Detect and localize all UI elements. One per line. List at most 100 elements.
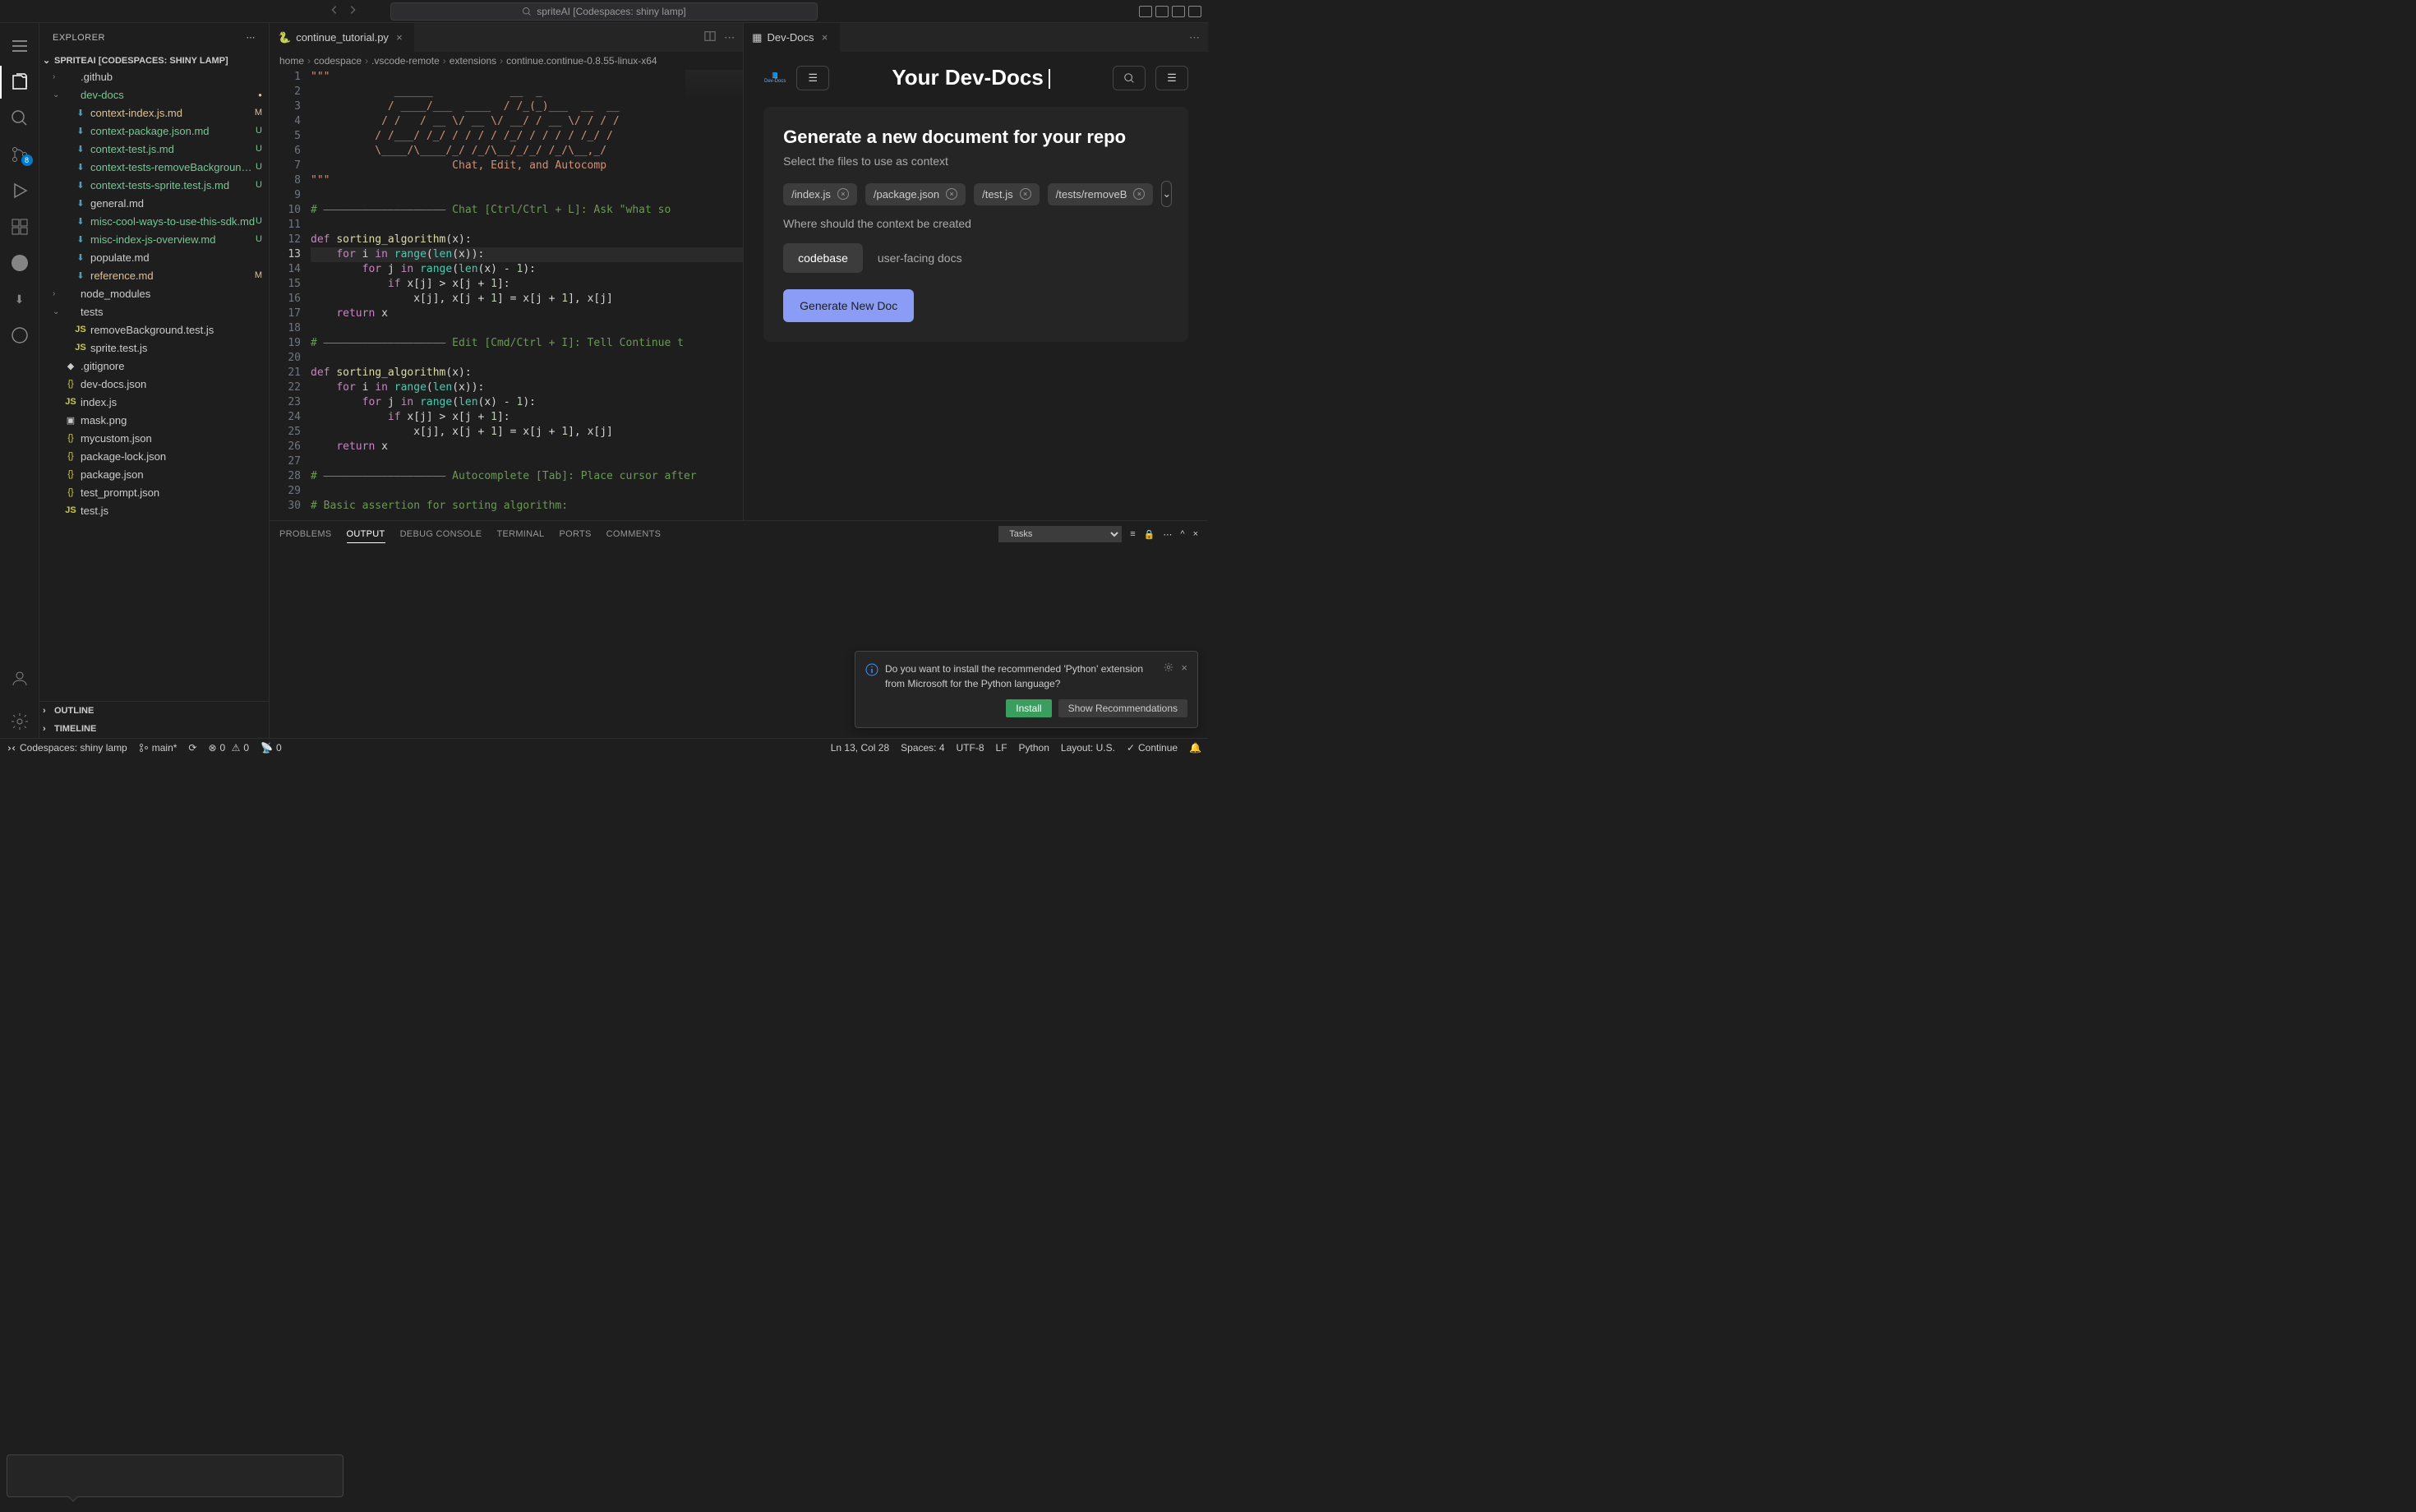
tree-item-package-lock-json[interactable]: {}package-lock.json xyxy=(39,447,269,465)
bookmark-icon[interactable]: ⬇ xyxy=(0,283,39,316)
panel-more-icon[interactable]: ⋯ xyxy=(1163,529,1172,540)
context-chip[interactable]: /test.js× xyxy=(974,183,1040,205)
context-chip[interactable]: /package.json× xyxy=(865,183,966,205)
notifications-bell-icon[interactable]: 🔔 xyxy=(1189,742,1201,754)
branch-indicator[interactable]: main* xyxy=(139,742,178,754)
output-channel-select[interactable]: Tasks xyxy=(998,526,1122,542)
breadcrumb[interactable]: home›codespace›.vscode-remote›extensions… xyxy=(270,52,743,70)
explorer-more-icon[interactable]: ⋯ xyxy=(247,32,256,43)
chip-remove-icon[interactable]: × xyxy=(837,188,849,200)
context-chip[interactable]: /index.js× xyxy=(783,183,857,205)
devdocs-search-button[interactable] xyxy=(1113,66,1146,90)
nav-forward-icon[interactable] xyxy=(347,4,358,18)
panel-tab-terminal[interactable]: TERMINAL xyxy=(496,526,544,542)
continue-status[interactable]: ✓ Continue xyxy=(1127,742,1178,754)
tree-item-populate-md[interactable]: ⬇populate.md xyxy=(39,248,269,266)
devdocs-tab[interactable]: ▦ Dev-Docs × xyxy=(744,23,839,52)
menu-icon[interactable] xyxy=(0,30,39,62)
github-icon[interactable] xyxy=(0,247,39,279)
extensions-icon[interactable] xyxy=(0,210,39,243)
sync-indicator[interactable]: ⟳ xyxy=(188,742,196,754)
editor-more-icon[interactable]: ⋯ xyxy=(724,31,735,44)
tree-item-node_modules[interactable]: ›node_modules xyxy=(39,284,269,302)
context-chip[interactable]: /tests/removeB× xyxy=(1048,183,1154,205)
toggle-user-facing-docs[interactable]: user-facing docs xyxy=(863,243,977,273)
notification-gear-icon[interactable] xyxy=(1163,662,1174,675)
continue-icon[interactable] xyxy=(0,319,39,352)
chip-remove-icon[interactable]: × xyxy=(1133,188,1145,200)
split-editor-icon[interactable] xyxy=(704,30,716,44)
devdocs-more-icon[interactable]: ⋯ xyxy=(1189,31,1200,44)
panel-filter-icon[interactable]: ≡ xyxy=(1130,529,1135,539)
devdocs-list-button[interactable]: ☰ xyxy=(1155,66,1188,90)
encoding-indicator[interactable]: UTF-8 xyxy=(957,742,984,754)
notification-close-icon[interactable]: × xyxy=(1181,662,1187,675)
tree-item--gitignore[interactable]: ◆.gitignore xyxy=(39,357,269,375)
tree-item-context-tests-sprite-test-js-md[interactable]: ⬇context-tests-sprite.test.js.mdU xyxy=(39,176,269,194)
workspace-section-title[interactable]: ⌄SPRITEAI [CODESPACES: SHINY LAMP] xyxy=(39,53,269,67)
panel-tab-comments[interactable]: COMMENTS xyxy=(606,526,662,542)
generate-doc-button[interactable]: Generate New Doc xyxy=(783,289,914,322)
tree-item-dev-docs-json[interactable]: {}dev-docs.json xyxy=(39,375,269,393)
tree-item-mask-png[interactable]: ▣mask.png xyxy=(39,411,269,429)
tree-item-general-md[interactable]: ⬇general.md xyxy=(39,194,269,212)
close-tab-icon[interactable]: × xyxy=(394,32,405,44)
keyboard-layout[interactable]: Layout: U.S. xyxy=(1061,742,1115,754)
chip-dropdown[interactable]: ⌄ xyxy=(1161,181,1172,207)
breadcrumb-seg[interactable]: .vscode-remote xyxy=(371,55,440,67)
outline-section[interactable]: ›OUTLINE xyxy=(39,702,269,720)
tree-item-test_prompt-json[interactable]: {}test_prompt.json xyxy=(39,483,269,501)
tree-item-context-index-js-md[interactable]: ⬇context-index.js.mdM xyxy=(39,104,269,122)
editor-tab-continue-tutorial[interactable]: 🐍 continue_tutorial.py × xyxy=(270,23,414,52)
toggle-primary-sidebar-icon[interactable] xyxy=(1139,6,1152,17)
panel-lock-icon[interactable]: 🔒 xyxy=(1144,529,1155,540)
code-editor[interactable]: 1234567891011121314151617181920212223242… xyxy=(270,70,743,520)
breadcrumb-seg[interactable]: home xyxy=(279,55,304,67)
settings-gear-icon[interactable] xyxy=(0,705,39,738)
problems-indicator[interactable]: ⊗ 0 ⚠ 0 xyxy=(208,742,249,754)
chip-remove-icon[interactable]: × xyxy=(946,188,957,200)
panel-tab-output[interactable]: OUTPUT xyxy=(347,526,385,543)
tree-item-context-tests-removeBackground-t-[interactable]: ⬇context-tests-removeBackground.t…U xyxy=(39,158,269,176)
search-icon[interactable] xyxy=(0,102,39,135)
panel-tab-ports[interactable]: PORTS xyxy=(559,526,591,542)
tree-item-dev-docs[interactable]: ⌄dev-docs● xyxy=(39,85,269,104)
command-center-search[interactable]: spriteAI [Codespaces: shiny lamp] xyxy=(390,2,818,21)
cursor-position[interactable]: Ln 13, Col 28 xyxy=(831,742,889,754)
toggle-codebase[interactable]: codebase xyxy=(783,243,863,273)
eol-indicator[interactable]: LF xyxy=(996,742,1007,754)
install-button[interactable]: Install xyxy=(1006,699,1051,717)
panel-close-icon[interactable]: × xyxy=(1193,529,1198,539)
tree-item-misc-cool-ways-to-use-this-sdk-md[interactable]: ⬇misc-cool-ways-to-use-this-sdk.mdU xyxy=(39,212,269,230)
chip-remove-icon[interactable]: × xyxy=(1020,188,1031,200)
tree-item-misc-index-js-overview-md[interactable]: ⬇misc-index-js-overview.mdU xyxy=(39,230,269,248)
explorer-icon[interactable] xyxy=(0,66,39,99)
tree-item-context-test-js-md[interactable]: ⬇context-test.js.mdU xyxy=(39,140,269,158)
customize-layout-icon[interactable] xyxy=(1188,6,1201,17)
tree-item-package-json[interactable]: {}package.json xyxy=(39,465,269,483)
tree-item-sprite-test-js[interactable]: JSsprite.test.js xyxy=(39,339,269,357)
panel-tab-problems[interactable]: PROBLEMS xyxy=(279,526,332,542)
indentation-indicator[interactable]: Spaces: 4 xyxy=(901,742,944,754)
tree-item-reference-md[interactable]: ⬇reference.mdM xyxy=(39,266,269,284)
tree-item-test-js[interactable]: JStest.js xyxy=(39,501,269,519)
ports-indicator[interactable]: 📡 0 xyxy=(261,742,282,754)
minimap[interactable] xyxy=(685,70,743,168)
source-control-icon[interactable]: 8 xyxy=(0,138,39,171)
breadcrumb-seg[interactable]: extensions xyxy=(450,55,496,67)
toggle-panel-icon[interactable] xyxy=(1155,6,1169,17)
tree-item-mycustom-json[interactable]: {}mycustom.json xyxy=(39,429,269,447)
toggle-secondary-sidebar-icon[interactable] xyxy=(1172,6,1185,17)
tree-item--github[interactable]: ›.github xyxy=(39,67,269,85)
panel-tab-debug-console[interactable]: DEBUG CONSOLE xyxy=(400,526,482,542)
tree-item-tests[interactable]: ⌄tests xyxy=(39,302,269,320)
show-recommendations-button[interactable]: Show Recommendations xyxy=(1058,699,1187,717)
language-mode[interactable]: Python xyxy=(1019,742,1049,754)
accounts-icon[interactable] xyxy=(0,662,39,695)
breadcrumb-seg[interactable]: continue.continue-0.8.55-linux-x64 xyxy=(506,55,657,67)
tree-item-index-js[interactable]: JSindex.js xyxy=(39,393,269,411)
remote-indicator[interactable]: Codespaces: shiny lamp xyxy=(7,742,127,754)
tree-item-context-package-json-md[interactable]: ⬇context-package.json.mdU xyxy=(39,122,269,140)
breadcrumb-seg[interactable]: codespace xyxy=(314,55,362,67)
run-debug-icon[interactable] xyxy=(0,174,39,207)
